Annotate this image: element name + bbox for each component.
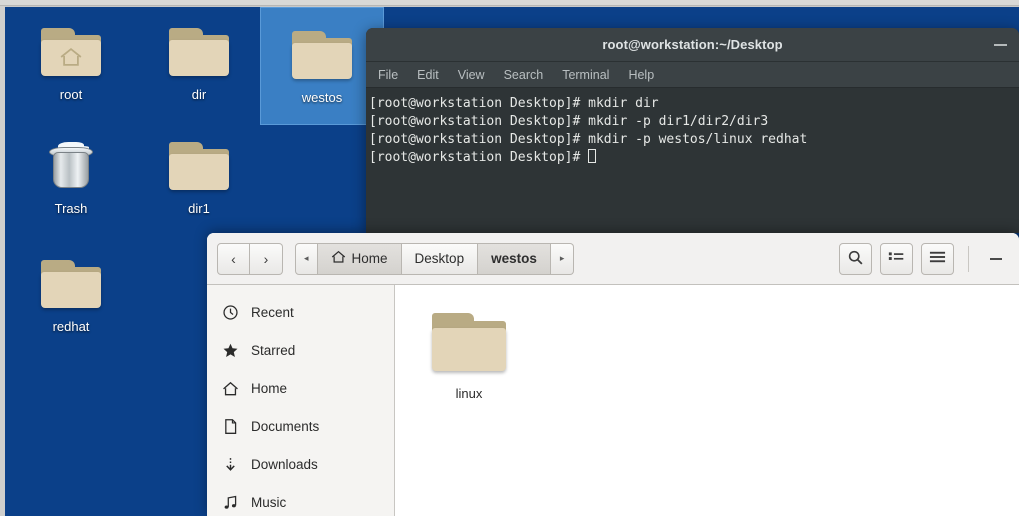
file-manager-minimize-button[interactable] bbox=[983, 246, 1009, 272]
desktop-icon-label: Trash bbox=[54, 201, 88, 216]
sidebar-item-recent[interactable]: Recent bbox=[207, 293, 394, 331]
desktop-icon-root[interactable]: root bbox=[9, 15, 133, 123]
breadcrumb-item-home[interactable]: Home bbox=[317, 242, 402, 275]
terminal-minimize-button[interactable] bbox=[987, 28, 1013, 62]
back-button[interactable]: ‹ bbox=[217, 242, 250, 275]
sidebar-item-label: Home bbox=[251, 380, 288, 396]
search-button[interactable] bbox=[839, 242, 872, 275]
breadcrumb: ◂ Home Desktop westos ▸ bbox=[295, 242, 575, 275]
sidebar-item-documents[interactable]: Documents bbox=[207, 407, 394, 445]
terminal-window[interactable]: root@workstation:~/Desktop File Edit Vie… bbox=[366, 28, 1019, 233]
terminal-menu-view[interactable]: View bbox=[458, 68, 485, 82]
view-toggle-group bbox=[880, 242, 913, 275]
desktop-icon-label: westos bbox=[301, 90, 343, 105]
screen-top-strip bbox=[0, 0, 1019, 6]
terminal-prompt: [root@workstation Desktop]# bbox=[369, 132, 589, 147]
folder-icon bbox=[166, 23, 232, 81]
terminal-cursor bbox=[588, 149, 597, 163]
file-manager-toolbar: ‹ › ◂ Home Desktop westos ▸ bbox=[207, 233, 1019, 285]
folder-icon bbox=[166, 137, 232, 195]
folder-home-icon bbox=[38, 23, 104, 81]
terminal-menu-search[interactable]: Search bbox=[504, 68, 544, 82]
terminal-line: [root@workstation Desktop]# mkdir -p dir… bbox=[369, 113, 1019, 131]
terminal-command: mkdir -p westos/linux redhat bbox=[588, 132, 808, 147]
folder-icon bbox=[38, 255, 104, 313]
chevron-right-icon: ▸ bbox=[559, 253, 565, 263]
star-icon bbox=[221, 341, 239, 359]
breadcrumb-label: westos bbox=[491, 251, 537, 266]
desktop-icon-redhat[interactable]: redhat bbox=[9, 247, 133, 355]
list-view-icon bbox=[888, 250, 905, 268]
sidebar-item-label: Recent bbox=[251, 304, 294, 320]
file-manager-sidebar: Recent Starred Home Documents Downloads … bbox=[207, 285, 395, 516]
sidebar-item-label: Music bbox=[251, 494, 287, 510]
document-icon bbox=[221, 417, 239, 435]
desktop-icon-label: dir bbox=[191, 87, 207, 102]
terminal-line-active: [root@workstation Desktop]# bbox=[369, 149, 1019, 167]
file-item-linux[interactable]: linux bbox=[417, 307, 521, 401]
hamburger-menu-button[interactable] bbox=[921, 242, 954, 275]
desktop-icon-label: dir1 bbox=[188, 201, 210, 216]
sidebar-item-home[interactable]: Home bbox=[207, 369, 394, 407]
music-icon bbox=[221, 493, 239, 511]
home-icon bbox=[221, 379, 239, 397]
toolbar-right-group bbox=[839, 242, 1009, 275]
file-manager-body: Recent Starred Home Documents Downloads … bbox=[207, 285, 1019, 516]
search-icon bbox=[847, 249, 864, 269]
chevron-left-icon: ◂ bbox=[304, 253, 309, 263]
terminal-line: [root@workstation Desktop]# mkdir dir bbox=[369, 95, 1019, 113]
file-item-label: linux bbox=[455, 386, 483, 401]
breadcrumb-prev-button[interactable]: ◂ bbox=[295, 242, 318, 275]
terminal-menubar[interactable]: File Edit View Search Terminal Help bbox=[366, 62, 1019, 88]
breadcrumb-label: Desktop bbox=[414, 251, 465, 266]
trash-icon bbox=[38, 137, 104, 195]
download-icon bbox=[221, 455, 239, 473]
desktop-icon-dir1[interactable]: dir1 bbox=[137, 129, 261, 237]
list-view-button[interactable] bbox=[880, 242, 913, 275]
desktop-icon-label: redhat bbox=[52, 319, 90, 334]
menu-button-group bbox=[921, 242, 954, 275]
hamburger-icon bbox=[929, 250, 946, 267]
terminal-output[interactable]: [root@workstation Desktop]# mkdir dir [r… bbox=[366, 88, 1019, 233]
terminal-command: mkdir dir bbox=[588, 96, 659, 111]
sidebar-item-label: Starred bbox=[251, 342, 296, 358]
terminal-line: [root@workstation Desktop]# mkdir -p wes… bbox=[369, 131, 1019, 149]
breadcrumb-label: Home bbox=[351, 251, 388, 266]
file-manager-file-view[interactable]: linux bbox=[395, 285, 1019, 516]
breadcrumb-next-button[interactable]: ▸ bbox=[550, 242, 575, 275]
screen: root dir westos Trash dir1 redhat root@w… bbox=[0, 0, 1019, 516]
terminal-prompt: [root@workstation Desktop]# bbox=[369, 114, 589, 129]
breadcrumb-item-westos[interactable]: westos bbox=[478, 242, 551, 275]
folder-icon bbox=[429, 307, 509, 377]
terminal-prompt: [root@workstation Desktop]# bbox=[369, 96, 589, 111]
nav-button-group: ‹ › bbox=[217, 242, 283, 275]
sidebar-item-label: Downloads bbox=[251, 456, 318, 472]
terminal-prompt: [root@workstation Desktop]# bbox=[369, 150, 589, 165]
terminal-menu-file[interactable]: File bbox=[378, 68, 398, 82]
terminal-menu-terminal[interactable]: Terminal bbox=[562, 68, 609, 82]
sidebar-item-music[interactable]: Music bbox=[207, 483, 394, 516]
sidebar-item-starred[interactable]: Starred bbox=[207, 331, 394, 369]
search-button-group bbox=[839, 242, 872, 275]
breadcrumb-item-desktop[interactable]: Desktop bbox=[401, 242, 479, 275]
forward-button[interactable]: › bbox=[250, 242, 283, 275]
desktop-icon-dir[interactable]: dir bbox=[137, 15, 261, 123]
desktop-icon-label: root bbox=[59, 87, 83, 102]
file-manager-window[interactable]: ‹ › ◂ Home Desktop westos ▸ Recent Starr… bbox=[207, 233, 1019, 516]
sidebar-item-label: Documents bbox=[251, 418, 320, 434]
terminal-menu-edit[interactable]: Edit bbox=[417, 68, 439, 82]
terminal-titlebar[interactable]: root@workstation:~/Desktop bbox=[366, 28, 1019, 62]
terminal-command: mkdir -p dir1/dir2/dir3 bbox=[588, 114, 769, 129]
toolbar-divider bbox=[968, 245, 969, 272]
terminal-title: root@workstation:~/Desktop bbox=[602, 37, 783, 52]
sidebar-item-downloads[interactable]: Downloads bbox=[207, 445, 394, 483]
terminal-menu-help[interactable]: Help bbox=[628, 68, 654, 82]
clock-icon bbox=[221, 303, 239, 321]
home-icon bbox=[331, 250, 346, 267]
folder-icon bbox=[289, 26, 355, 84]
desktop-icon-trash[interactable]: Trash bbox=[9, 129, 133, 237]
